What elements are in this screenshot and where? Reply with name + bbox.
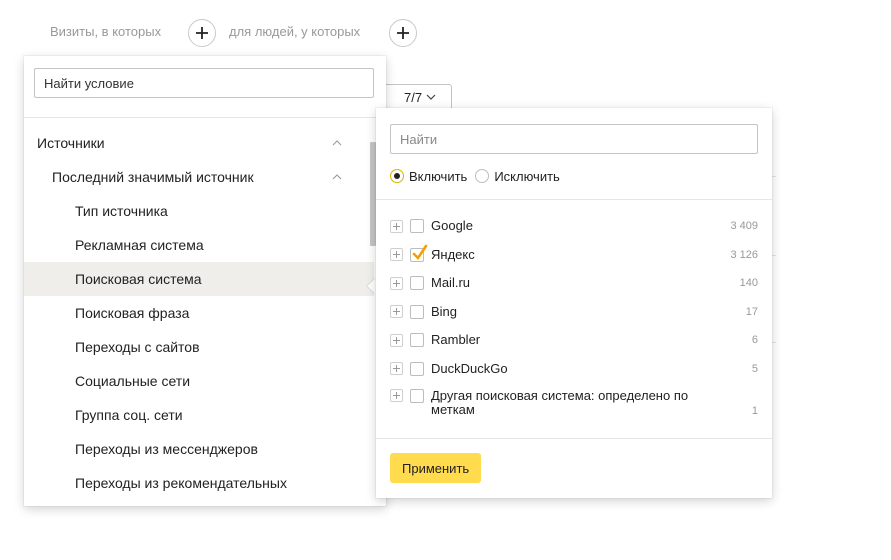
value-option-row[interactable]: Rambler 6 [390, 326, 758, 355]
plus-square-icon[interactable] [390, 305, 403, 319]
condition-tree-item[interactable]: Социальные сети [24, 364, 374, 398]
condition-tree-item-label: Переходы из рекомендательных [75, 475, 287, 491]
add-visit-condition-button[interactable] [188, 19, 216, 47]
plus-square-icon[interactable] [390, 248, 403, 262]
include-exclude-toggle: Включить Исключить [390, 166, 568, 186]
add-people-condition-button[interactable] [389, 19, 417, 47]
value-checkbox[interactable] [410, 333, 424, 348]
value-checkbox[interactable] [410, 276, 424, 291]
value-option-row[interactable]: Google 3 409 [390, 212, 758, 241]
condition-tree-item[interactable]: Тип источника [24, 194, 374, 228]
condition-tree-item[interactable]: Переходы из рекомендательных [24, 466, 374, 500]
selection-count-dropdown[interactable]: 7/7 [386, 84, 452, 110]
condition-tree-item-label: Переходы из мессенджеров [75, 441, 258, 457]
include-radio[interactable]: Включить [390, 169, 467, 184]
value-option-count: 5 [751, 362, 758, 375]
plus-square-icon[interactable] [390, 333, 403, 347]
plus-square-icon[interactable] [390, 219, 403, 233]
value-option-label: Mail.ru [431, 275, 471, 291]
condition-tree-item-label: Тип источника [75, 203, 168, 219]
value-checkbox[interactable] [410, 244, 428, 262]
divider [376, 438, 772, 439]
value-option-label: Яндекс [431, 246, 475, 262]
radio-circle-icon [390, 169, 404, 183]
plus-square-icon[interactable] [390, 362, 403, 376]
condition-search-input[interactable] [34, 68, 374, 98]
value-option-label: DuckDuckGo [431, 360, 508, 376]
condition-tree-item[interactable]: Источники [24, 126, 374, 160]
condition-tree-item[interactable]: Рекламная система [24, 228, 374, 262]
value-checkbox[interactable] [410, 389, 424, 403]
include-label: Включить [409, 168, 468, 184]
divider [376, 199, 772, 200]
value-option-count: 3 409 [730, 220, 758, 233]
checkmark-icon [412, 244, 428, 260]
values-list: Google 3 409 Яндекс 3 126 Mail.ru 140 Bing 17 Ra… [390, 212, 758, 427]
value-checkbox[interactable] [410, 219, 424, 234]
visits-condition-label: Визиты, в которых [50, 24, 162, 39]
value-option-row[interactable]: Другая поисковая система: определено по … [390, 383, 758, 427]
condition-tree-item-label: Поисковая фраза [75, 305, 190, 321]
condition-tree-item-label: Последний значимый источник [52, 169, 254, 185]
search-engine-values-popup: Включить Исключить Google 3 409 Яндекс 3 12… [376, 108, 772, 498]
condition-search-wrapper [34, 68, 374, 98]
value-option-row[interactable]: DuckDuckGo 5 [390, 355, 758, 384]
value-option-row[interactable]: Яндекс 3 126 [390, 241, 758, 270]
plus-icon [397, 27, 409, 39]
value-option-label: Rambler [431, 332, 481, 348]
value-option-label: Другая поисковая система: определено по … [431, 388, 689, 417]
condition-tree-item-label: Социальные сети [75, 373, 191, 389]
people-condition-label: для людей, у которых [229, 24, 361, 39]
background-table-edge [772, 110, 776, 500]
condition-tree-item[interactable]: Переходы с сайтов [24, 330, 374, 364]
value-option-count: 17 [745, 305, 758, 318]
apply-button[interactable]: Применить [390, 453, 482, 483]
segment-bar: Визиты, в которых для людей, у которых [0, 16, 891, 48]
condition-tree-item[interactable]: Поисковая система [24, 262, 374, 296]
condition-tree-item[interactable]: Переходы из мессенджеров [24, 432, 374, 466]
value-option-count: 140 [739, 277, 758, 290]
condition-tree: Источники Последний значимый источник Тип … [24, 126, 374, 500]
value-option-count: 6 [751, 334, 758, 347]
values-search-input[interactable] [390, 124, 758, 154]
chevron-up-icon[interactable] [332, 172, 342, 182]
condition-tree-item[interactable]: Группа соц. сети [24, 398, 374, 432]
value-option-row[interactable]: Mail.ru 140 [390, 269, 758, 298]
condition-tree-item[interactable]: Последний значимый источник [24, 160, 374, 194]
value-option-count: 1 [751, 405, 758, 417]
value-option-label: Google [431, 218, 473, 234]
condition-picker-panel: Источники Последний значимый источник Тип … [24, 56, 386, 506]
condition-tree-item-label: Рекламная система [75, 237, 204, 253]
value-option-row[interactable]: Bing 17 [390, 298, 758, 327]
value-option-label: Bing [431, 303, 458, 319]
plus-square-icon[interactable] [390, 389, 403, 402]
plus-icon [196, 27, 208, 39]
value-checkbox[interactable] [410, 361, 424, 376]
condition-tree-item[interactable]: Поисковая фраза [24, 296, 374, 330]
exclude-radio[interactable]: Исключить [475, 169, 560, 184]
value-checkbox[interactable] [410, 304, 424, 319]
condition-tree-item-label: Группа соц. сети [75, 407, 183, 423]
condition-tree-item-label: Источники [37, 135, 105, 151]
value-option-count: 3 126 [730, 248, 758, 261]
radio-circle-icon [475, 169, 490, 183]
condition-tree-item-label: Поисковая система [75, 271, 202, 287]
chevron-down-icon [426, 94, 436, 100]
chevron-up-icon[interactable] [332, 138, 342, 148]
selection-count-label: 7/7 [404, 89, 423, 105]
exclude-label: Исключить [494, 168, 560, 184]
divider [24, 117, 386, 118]
plus-square-icon[interactable] [390, 276, 403, 290]
condition-tree-item-label: Переходы с сайтов [75, 339, 200, 355]
